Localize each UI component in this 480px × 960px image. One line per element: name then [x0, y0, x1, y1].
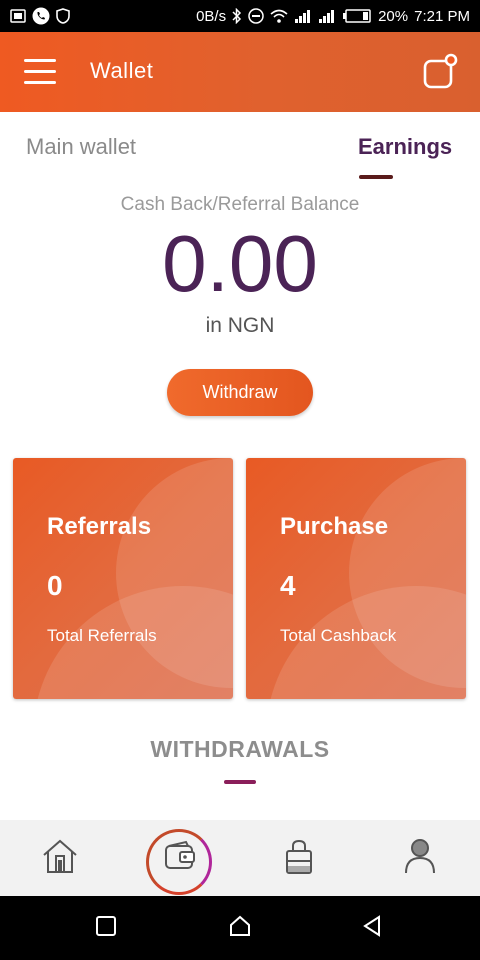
nav-home[interactable]	[20, 820, 100, 896]
nav-shop[interactable]	[259, 820, 339, 896]
back-button[interactable]	[354, 910, 390, 946]
card-title: Referrals	[47, 513, 152, 540]
withdrawals-heading: WITHDRAWALS	[150, 736, 330, 762]
card-value: 4	[280, 570, 296, 601]
app-bar: Wallet	[0, 32, 480, 112]
card-subtitle: Total Cashback	[280, 626, 397, 645]
screenshot-icon	[10, 9, 26, 23]
shield-icon	[56, 8, 70, 24]
card-value: 0	[47, 570, 63, 601]
battery-percent: 20%	[378, 7, 409, 25]
balance-amount: 0.00	[162, 219, 318, 308]
network-speed: 0B/s	[196, 7, 227, 25]
balance-label: Cash Back/Referral Balance	[120, 194, 360, 215]
section-indicator	[224, 780, 256, 784]
page-title: Wallet	[90, 58, 154, 83]
wifi-icon	[270, 9, 288, 23]
status-bar: 0B/s 20% 7:21 PM	[0, 0, 480, 32]
card-title: Purchase	[280, 513, 389, 540]
back-triangle-icon	[361, 914, 383, 943]
home-icon	[40, 836, 80, 881]
clock: 7:21 PM	[414, 7, 470, 25]
bluetooth-icon	[232, 8, 242, 24]
phone-call-icon	[32, 7, 50, 25]
status-right: 0B/s 20% 7:21 PM	[196, 8, 470, 25]
do-not-disturb-icon	[248, 8, 264, 24]
status-left	[10, 7, 70, 25]
battery-icon	[342, 9, 372, 23]
home-outline-icon	[228, 914, 252, 943]
home-button[interactable]	[222, 910, 258, 946]
square-icon	[95, 915, 117, 942]
withdraw-button[interactable]: Withdraw	[167, 369, 313, 416]
active-nav-ring	[146, 829, 212, 895]
nav-profile[interactable]	[380, 820, 460, 896]
purchase-card[interactable]: Purchase 4 Total Cashback	[246, 458, 466, 699]
tab-main-wallet[interactable]: Main wallet	[26, 134, 136, 160]
system-nav-bar	[0, 896, 480, 960]
tab-active-indicator	[359, 175, 393, 179]
card-subtitle: Total Referrals	[47, 626, 157, 645]
referrals-card[interactable]: Referrals 0 Total Referrals	[13, 458, 233, 699]
hamburger-menu-icon[interactable]	[24, 57, 56, 87]
signal-icon-2	[318, 9, 336, 23]
bottom-nav	[0, 820, 480, 896]
balance-currency: in NGN	[205, 314, 275, 337]
shopping-bag-icon	[279, 836, 319, 881]
notification-square-icon[interactable]	[420, 52, 460, 92]
recents-button[interactable]	[88, 910, 124, 946]
signal-icon-1	[294, 9, 312, 23]
profile-icon	[400, 836, 440, 881]
tab-earnings[interactable]: Earnings	[358, 134, 452, 160]
